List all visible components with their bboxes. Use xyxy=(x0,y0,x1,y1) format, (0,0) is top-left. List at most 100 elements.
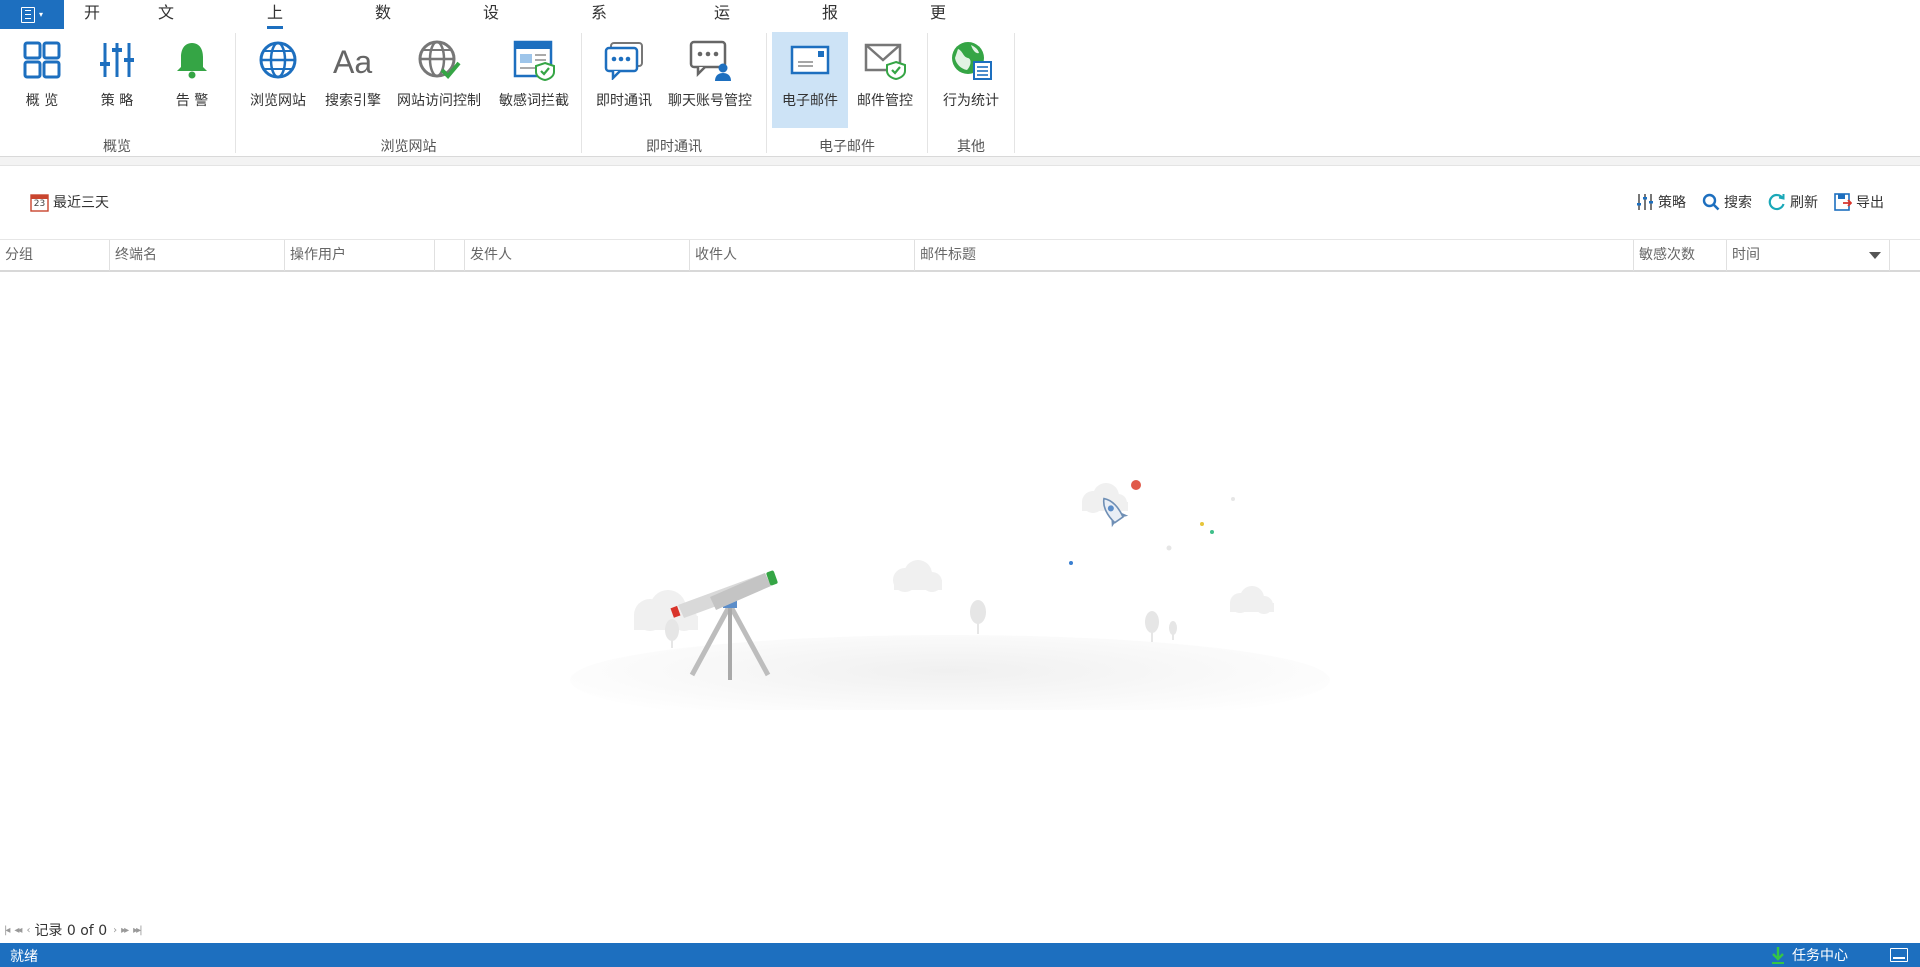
alert-label: 告 警 xyxy=(175,93,209,109)
group-label-overview: 概览 xyxy=(103,139,131,155)
globe-stats-icon xyxy=(949,38,993,82)
column-header-time[interactable]: 时间 xyxy=(1727,240,1890,271)
email-label: 电子邮件 xyxy=(782,93,838,109)
group-separator xyxy=(927,33,928,153)
chat-bubble-icon xyxy=(602,38,646,82)
chat-account-control-button[interactable]: 聊天账号管控 xyxy=(664,32,756,128)
app-menu-button[interactable]: ▾ xyxy=(0,0,64,29)
record-count: 记录 0 of 0 xyxy=(34,923,108,939)
export-icon xyxy=(1834,193,1852,211)
group-label-other: 其他 xyxy=(957,139,985,155)
pager: |◂ ◂◂ ‹ 记录 0 of 0 › ▸▸ ▸▸| xyxy=(4,920,143,940)
column-header-sensitive-count[interactable]: 敏感次数 xyxy=(1634,240,1727,271)
chat-account-control-label: 聊天账号管控 xyxy=(668,93,752,109)
tab-more-features[interactable]: 更多功能 xyxy=(930,0,946,100)
tab-device-management[interactable]: 设备管理 xyxy=(483,0,499,100)
search-engine-label: 搜索引擎 xyxy=(325,93,381,109)
tab-ops-center[interactable]: 运维中心 xyxy=(714,0,730,100)
instant-messaging-button[interactable]: 即时通讯 xyxy=(590,32,658,128)
task-center-label: 任务中心 xyxy=(1792,948,1848,964)
bell-icon xyxy=(170,38,214,82)
column-header-sender[interactable]: 发件人 xyxy=(465,240,690,271)
toolbar-search-button[interactable]: 搜索 xyxy=(1702,192,1752,212)
email-control-label: 邮件管控 xyxy=(857,93,913,109)
toolbar-search-label: 搜索 xyxy=(1724,195,1752,211)
font-aa-icon: Aa xyxy=(331,38,375,82)
task-center-button[interactable]: 任务中心 xyxy=(1770,945,1848,965)
toolbar-refresh-label: 刷新 xyxy=(1790,195,1818,211)
chevron-down-icon: ▾ xyxy=(38,10,43,19)
email-control-button[interactable]: 邮件管控 xyxy=(851,32,919,128)
toolbar-export-label: 导出 xyxy=(1856,195,1884,211)
search-engine-button[interactable]: Aa 搜索引擎 xyxy=(319,32,387,128)
tab-start[interactable]: 开始 xyxy=(84,0,100,48)
first-page-icon[interactable]: |◂ xyxy=(4,925,11,936)
globe-icon xyxy=(256,38,300,82)
group-separator xyxy=(766,33,767,153)
toolbar-export-button[interactable]: 导出 xyxy=(1834,192,1884,212)
sliders-icon xyxy=(95,38,139,82)
sensitive-word-block-label: 敏感词拦截 xyxy=(499,93,569,109)
envelope-shield-icon xyxy=(863,38,907,82)
next-page-group-icon[interactable]: ▸▸ xyxy=(121,925,129,936)
globe-check-icon xyxy=(417,38,461,82)
sensitive-word-block-button[interactable]: 敏感词拦截 xyxy=(494,32,574,128)
group-label-email: 电子邮件 xyxy=(819,139,875,155)
tab-report-center[interactable]: 报表中心 xyxy=(822,0,838,100)
date-range-label: 最近三天 xyxy=(53,195,109,211)
policy-label: 策 略 xyxy=(100,93,134,109)
calendar-day: 23 xyxy=(33,198,46,209)
browse-websites-button[interactable]: 浏览网站 xyxy=(244,32,312,128)
sliders-icon xyxy=(1637,194,1653,210)
last-page-icon[interactable]: ▸▸| xyxy=(133,925,143,936)
grid-icon xyxy=(20,38,64,82)
overview-button[interactable]: 概 览 xyxy=(14,32,70,128)
group-label-browse: 浏览网站 xyxy=(380,139,437,155)
policy-button[interactable]: 策 略 xyxy=(89,32,145,128)
column-header-recipient[interactable]: 收件人 xyxy=(690,240,915,271)
date-range-button[interactable]: 23 最近三天 xyxy=(30,192,109,212)
behavior-stats-label: 行为统计 xyxy=(943,93,999,109)
ribbon: 概 览 策 略 告 警 概览 浏览网站 Aa 搜索引擎 网站访问控制 敏感词拦截… xyxy=(0,29,1920,157)
column-header-terminal[interactable]: 终端名 xyxy=(110,240,285,271)
tab-internet-behavior[interactable]: 上网行为 xyxy=(267,0,284,100)
website-access-control-label: 网站访问控制 xyxy=(397,93,481,109)
prev-page-group-icon[interactable]: ◂◂ xyxy=(14,925,22,936)
calendar-icon: 23 xyxy=(30,193,49,212)
instant-messaging-label: 即时通讯 xyxy=(596,93,652,109)
toolbar-refresh-button[interactable]: 刷新 xyxy=(1768,192,1818,212)
column-header-group[interactable]: 分组 xyxy=(0,240,110,271)
download-arrow-icon xyxy=(1772,947,1784,964)
svg-text:Aa: Aa xyxy=(333,44,372,80)
website-access-control-button[interactable]: 网站访问控制 xyxy=(393,32,485,128)
menu-bar: ▾ 开始 文档加密 上网行为 数据安全 设备管理 系统&网络 运维中心 报表中心… xyxy=(0,0,1920,126)
table-header: 分组 终端名 操作用户 发件人 收件人 邮件标题 敏感次数 时间 xyxy=(0,239,1920,272)
refresh-icon xyxy=(1768,193,1785,211)
status-text: 就绪 xyxy=(10,949,38,965)
email-button[interactable]: 电子邮件 xyxy=(772,32,848,128)
envelope-icon xyxy=(788,38,832,82)
chat-user-icon xyxy=(688,38,732,82)
ribbon-bottom-strip xyxy=(0,157,1920,166)
document-icon xyxy=(20,6,35,23)
sort-dropdown-icon[interactable] xyxy=(1869,252,1881,259)
browse-websites-label: 浏览网站 xyxy=(250,93,306,109)
column-header-blank[interactable] xyxy=(435,240,465,271)
prev-page-icon[interactable]: ‹ xyxy=(26,925,30,936)
toolbar-policy-button[interactable]: 策略 xyxy=(1636,192,1686,212)
overview-label: 概 览 xyxy=(25,93,59,109)
next-page-icon[interactable]: › xyxy=(113,925,117,936)
status-bar: 就绪 任务中心 xyxy=(0,943,1920,967)
webpage-shield-icon xyxy=(512,38,556,82)
empty-state-illustration xyxy=(560,470,1570,725)
group-separator xyxy=(1014,33,1015,153)
tab-doc-encryption[interactable]: 文档加密 xyxy=(158,0,174,100)
search-icon xyxy=(1702,193,1720,211)
column-header-user[interactable]: 操作用户 xyxy=(285,240,435,271)
tab-system-network[interactable]: 系统&网络 xyxy=(591,0,607,126)
window-toggle-icon[interactable] xyxy=(1890,948,1908,962)
tab-data-security[interactable]: 数据安全 xyxy=(375,0,391,100)
column-header-subject[interactable]: 邮件标题 xyxy=(915,240,1634,271)
alert-button[interactable]: 告 警 xyxy=(164,32,220,128)
behavior-stats-button[interactable]: 行为统计 xyxy=(935,32,1007,128)
